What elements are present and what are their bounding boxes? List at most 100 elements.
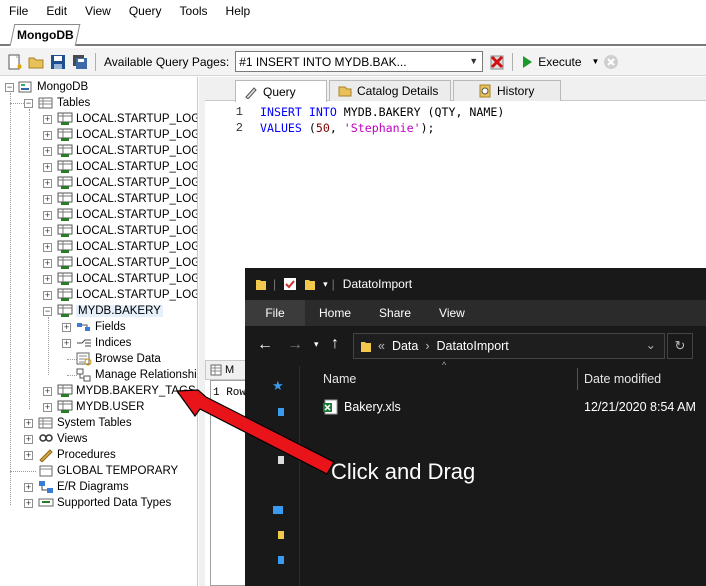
- new-query-icon[interactable]: [6, 54, 22, 70]
- tree-startup-log[interactable]: LOCAL.STARTUP_LOG: [57, 255, 197, 271]
- new-folder-icon[interactable]: [304, 277, 316, 291]
- tree-browse-data[interactable]: Browse Data: [76, 351, 161, 367]
- file-row[interactable]: Bakery.xls 12/21/2020 8:54 AM: [307, 396, 706, 418]
- tree-startup-log-label: LOCAL.STARTUP_LOG: [76, 241, 198, 253]
- refresh-button[interactable]: ↻: [667, 333, 693, 359]
- tree-global-temporary[interactable]: GLOBAL TEMPORARY: [38, 463, 178, 479]
- tab-history[interactable]: History: [453, 80, 561, 101]
- back-arrow-icon[interactable]: ←: [257, 336, 273, 354]
- tree-startup-log[interactable]: LOCAL.STARTUP_LOG: [57, 191, 197, 207]
- ribbon-tab-share[interactable]: Share: [365, 300, 425, 326]
- expand-icon[interactable]: +: [43, 195, 52, 204]
- column-divider[interactable]: [577, 368, 578, 390]
- collapse-icon[interactable]: −: [24, 99, 33, 108]
- tree-startup-log[interactable]: LOCAL.STARTUP_LOG: [57, 111, 197, 127]
- ribbon-tab-home[interactable]: Home: [305, 300, 365, 326]
- close-query-icon[interactable]: [489, 54, 505, 70]
- tree-startup-log[interactable]: LOCAL.STARTUP_LOG: [57, 143, 197, 159]
- expand-icon[interactable]: +: [43, 243, 52, 252]
- expand-icon[interactable]: +: [43, 115, 52, 124]
- tree-procedures[interactable]: Procedures: [38, 447, 116, 463]
- tree-startup-log[interactable]: LOCAL.STARTUP_LOG: [57, 271, 197, 287]
- menu-query[interactable]: Query: [120, 0, 171, 22]
- breadcrumb-data[interactable]: Data: [392, 339, 418, 353]
- collapse-icon[interactable]: −: [43, 307, 52, 316]
- tree-indices[interactable]: Indices: [76, 335, 131, 351]
- expand-icon[interactable]: +: [43, 291, 52, 300]
- nav-desktop-icon[interactable]: [278, 408, 284, 416]
- tree-mydb-bakery[interactable]: MYDB.BAKERY: [57, 303, 163, 319]
- menu-file[interactable]: File: [0, 0, 37, 22]
- column-name[interactable]: Name: [323, 372, 356, 386]
- expand-icon[interactable]: +: [43, 387, 52, 396]
- tree-root[interactable]: MongoDB: [18, 79, 88, 95]
- expand-icon[interactable]: +: [43, 275, 52, 284]
- nav-documents-icon[interactable]: [278, 456, 284, 464]
- nav-downloads-icon[interactable]: [278, 438, 284, 446]
- up-arrow-icon[interactable]: ↑: [331, 335, 339, 353]
- tree-fields[interactable]: Fields: [76, 319, 126, 335]
- execute-dropdown-icon[interactable]: ▼: [592, 57, 600, 66]
- tree-mydb-user[interactable]: MYDB.USER: [57, 399, 144, 415]
- expand-icon[interactable]: +: [62, 339, 71, 348]
- tree-startup-log[interactable]: LOCAL.STARTUP_LOG: [57, 159, 197, 175]
- tree-startup-log[interactable]: LOCAL.STARTUP_LOG: [57, 175, 197, 191]
- menu-help[interactable]: Help: [217, 0, 260, 22]
- save-icon[interactable]: [50, 54, 66, 70]
- expand-icon[interactable]: +: [24, 499, 33, 508]
- expand-icon[interactable]: +: [24, 435, 33, 444]
- chevron-down-icon[interactable]: ▼: [469, 56, 478, 66]
- tree-startup-log[interactable]: LOCAL.STARTUP_LOG: [57, 287, 197, 303]
- tree-startup-log[interactable]: LOCAL.STARTUP_LOG: [57, 223, 197, 239]
- expand-icon[interactable]: +: [24, 451, 33, 460]
- ribbon-tab-file[interactable]: File: [245, 300, 305, 326]
- tree-supported-data-types[interactable]: Supported Data Types: [38, 495, 171, 511]
- open-folder-icon[interactable]: [28, 54, 44, 70]
- tree-manage-relationships[interactable]: Manage Relationships: [76, 367, 197, 383]
- properties-icon[interactable]: [283, 277, 297, 291]
- execute-button[interactable]: Execute ▼: [521, 55, 599, 69]
- tree-views[interactable]: Views: [38, 431, 87, 447]
- expand-icon[interactable]: +: [43, 227, 52, 236]
- collapse-icon[interactable]: −: [5, 83, 14, 92]
- breadcrumb-datatoimport[interactable]: DatatoImport: [437, 339, 509, 353]
- expand-icon[interactable]: +: [24, 483, 33, 492]
- address-dropdown-icon[interactable]: ⌄: [646, 337, 656, 352]
- expand-icon[interactable]: +: [43, 211, 52, 220]
- tree-startup-log[interactable]: LOCAL.STARTUP_LOG: [57, 239, 198, 255]
- tree-startup-log[interactable]: LOCAL.STARTUP_LOG: [57, 127, 197, 143]
- tree-mydb-bakery-tags[interactable]: MYDB.BAKERY_TAGS: [57, 383, 196, 399]
- query-page-select[interactable]: #1 INSERT INTO MYDB.BAK... ▼: [235, 51, 484, 72]
- expand-icon[interactable]: +: [43, 131, 52, 140]
- tab-query[interactable]: Query: [235, 80, 327, 102]
- quick-access-star-icon[interactable]: ★: [272, 378, 284, 394]
- ribbon-tab-view[interactable]: View: [425, 300, 479, 326]
- expand-icon[interactable]: +: [43, 163, 52, 172]
- quick-access-dropdown-icon[interactable]: ▾: [323, 279, 328, 290]
- menu-edit[interactable]: Edit: [37, 0, 76, 22]
- tree-er-diagrams[interactable]: E/R Diagrams: [38, 479, 129, 495]
- expand-icon[interactable]: +: [43, 147, 52, 156]
- save-all-icon[interactable]: [72, 54, 88, 70]
- forward-arrow-icon[interactable]: →: [287, 336, 303, 354]
- nav-drive-icon[interactable]: [278, 556, 284, 564]
- tree-tables[interactable]: Tables: [38, 95, 90, 111]
- expand-icon[interactable]: +: [43, 403, 52, 412]
- tab-catalog-details[interactable]: Catalog Details: [329, 80, 451, 101]
- expand-icon[interactable]: +: [43, 259, 52, 268]
- menu-view[interactable]: View: [76, 0, 120, 22]
- menu-tools[interactable]: Tools: [171, 0, 217, 22]
- nav-this-pc-icon[interactable]: [273, 506, 283, 514]
- window-tab-mongodb[interactable]: MongoDB: [9, 24, 81, 46]
- file-explorer-window: | ▾ | DatatoImport File Home Share View …: [245, 268, 706, 586]
- tree-startup-log[interactable]: LOCAL.STARTUP_LOG: [57, 207, 197, 223]
- expand-icon[interactable]: +: [24, 419, 33, 428]
- expand-icon[interactable]: +: [43, 179, 52, 188]
- column-date-modified[interactable]: Date modified: [584, 372, 661, 386]
- stop-icon[interactable]: [603, 54, 619, 70]
- expand-icon[interactable]: +: [62, 323, 71, 332]
- recent-locations-icon[interactable]: ▾: [314, 339, 319, 350]
- tree-system-tables[interactable]: System Tables: [38, 415, 132, 431]
- nav-folder-icon[interactable]: [278, 531, 284, 539]
- address-bar[interactable]: « Data › DatatoImport ⌄: [353, 333, 665, 359]
